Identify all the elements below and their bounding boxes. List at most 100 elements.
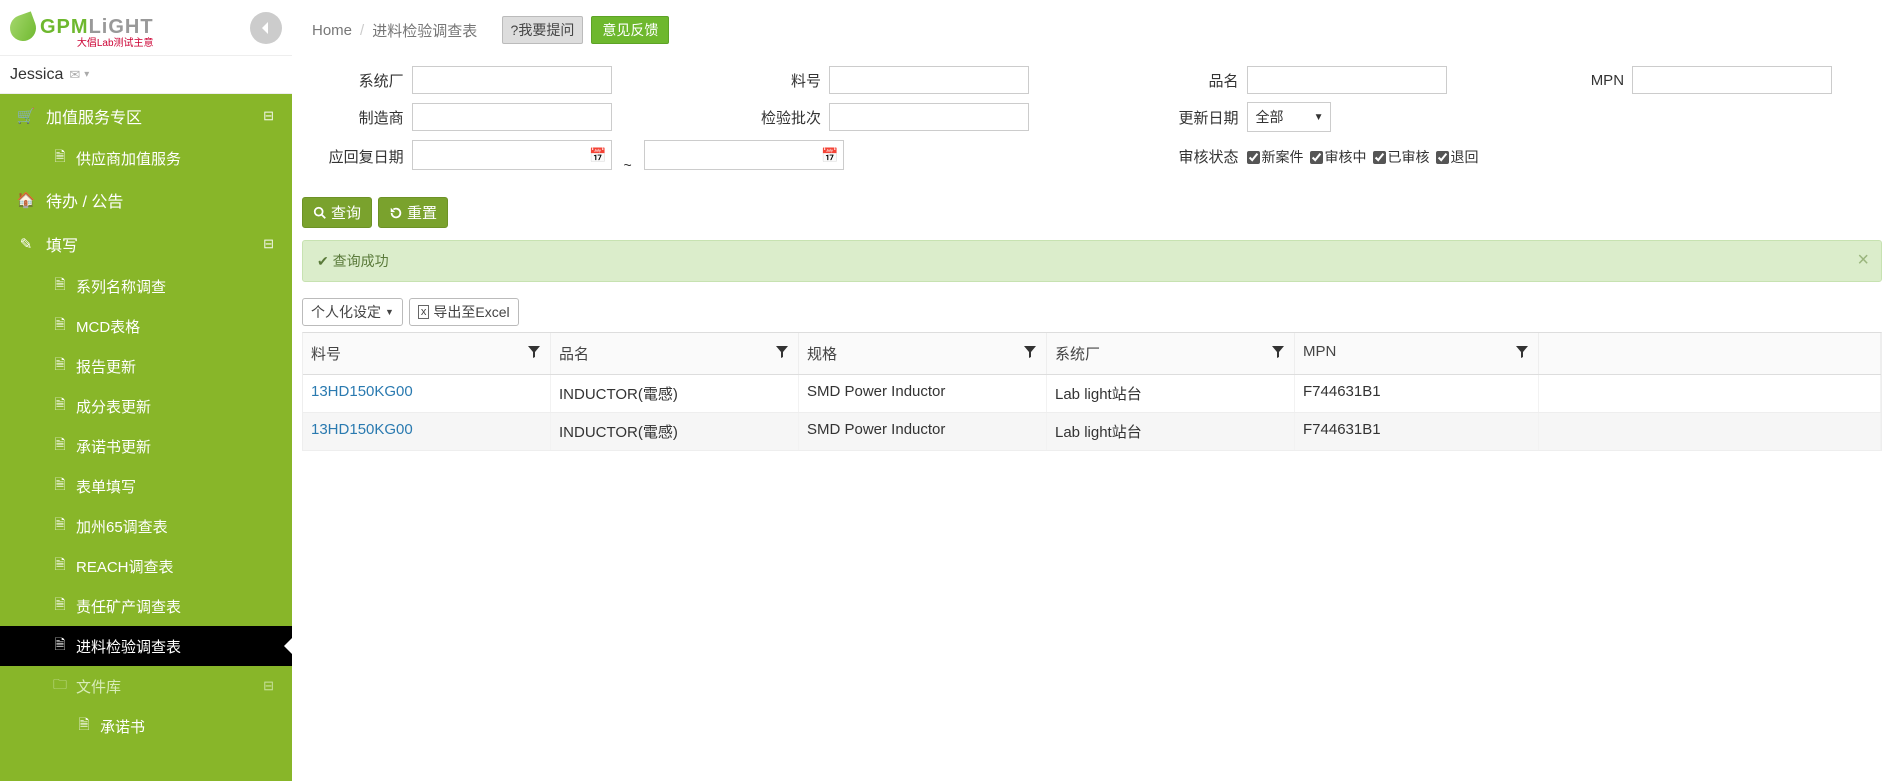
sidebar-item-2[interactable]: 🗎报告更新	[0, 346, 292, 386]
chevron-down-icon: ▼	[1314, 112, 1324, 123]
table-cell[interactable]: 13HD150KG00	[303, 375, 551, 412]
reset-button[interactable]: 重置	[378, 197, 448, 228]
status-checkbox-1[interactable]: 审核中	[1310, 149, 1367, 165]
status-checkbox-input[interactable]	[1373, 151, 1386, 164]
sidebar-item-7[interactable]: 🗎 REACH调查表	[0, 546, 292, 586]
collapse-minus-icon: ⊟	[263, 108, 274, 124]
doc-icon: 🗎	[52, 554, 68, 578]
action-toolbar: 查询 重置	[292, 191, 1892, 234]
sidebar-item-9[interactable]: 🗎进料检验调查表	[0, 626, 292, 666]
filter-icon[interactable]	[776, 343, 788, 360]
input-pname[interactable]	[1247, 66, 1447, 94]
doc-icon: 🗎	[52, 514, 68, 538]
sidebar-item-label: 加州65调查表	[76, 516, 168, 537]
alert-close-button[interactable]: ×	[1857, 249, 1869, 272]
sidebar-item-0[interactable]: 🗎系列名称调查	[0, 266, 292, 306]
sidebar-item-8[interactable]: 🗎责任矿产调查表	[0, 586, 292, 626]
status-checkbox-3[interactable]: 退回	[1436, 149, 1479, 165]
sidebar-item-10[interactable]: 🗀文件库⊟	[0, 666, 292, 706]
input-system[interactable]	[412, 66, 612, 94]
grid-col-label: MPN	[1303, 343, 1336, 360]
doc-icon: 🗎	[52, 274, 68, 298]
sidebar-section-fill[interactable]: ✎ 填写 ⊟	[0, 222, 292, 266]
date-range-sep: ~	[615, 157, 639, 173]
breadcrumb-home[interactable]: Home	[312, 22, 352, 39]
table-cell[interactable]: 13HD150KG00	[303, 413, 551, 450]
status-checkbox-input[interactable]	[1310, 151, 1323, 164]
alert-text: 查询成功	[333, 253, 389, 269]
user-menu[interactable]: Jessica ✉ ▾	[0, 56, 292, 94]
grid-col-4[interactable]: MPN	[1295, 333, 1539, 374]
input-mpn[interactable]	[1632, 66, 1832, 94]
filter-icon[interactable]	[1024, 343, 1036, 360]
status-checkbox-label: 新案件	[1262, 149, 1304, 165]
table-cell: SMD Power Inductor	[799, 413, 1047, 450]
status-checkbox-0[interactable]: 新案件	[1247, 149, 1304, 165]
input-maker[interactable]	[412, 103, 612, 131]
sidebar-item-4[interactable]: 🗎承诺书更新	[0, 426, 292, 466]
partno-link[interactable]: 13HD150KG00	[311, 383, 413, 400]
table-cell: F744631B1	[1295, 413, 1539, 450]
label-system: 系统厂	[312, 66, 412, 94]
table-cell: Lab light站台	[1047, 413, 1295, 450]
filter-icon[interactable]	[528, 343, 540, 360]
doc-icon: 🗎	[52, 434, 68, 458]
sidebar-collapse-button[interactable]	[250, 12, 282, 44]
table-cell-spacer	[1539, 413, 1881, 450]
grid-col-3[interactable]: 系统厂	[1047, 333, 1295, 374]
sidebar-item-vas-0[interactable]: 🗎 供应商加值服务	[0, 138, 292, 178]
table-cell-spacer	[1539, 375, 1881, 412]
main-content: Home / 进料检验调查表 ?我要提问 意见反馈 系统厂 料号 品名 MPN …	[292, 0, 1892, 781]
check-icon: ✔	[317, 253, 329, 269]
sidebar-item-3[interactable]: 🗎成分表更新	[0, 386, 292, 426]
grid-col-1[interactable]: 品名	[551, 333, 799, 374]
status-checkbox-2[interactable]: 已审核	[1373, 149, 1430, 165]
status-checkbox-input[interactable]	[1247, 151, 1260, 164]
table-cell: INDUCTOR(電感)	[551, 413, 799, 450]
personalize-button[interactable]: 个人化设定 ▼	[302, 298, 403, 326]
results-grid: 料号品名规格系统厂 MPN 13HD150KG00 INDUCTOR(電感)SMD …	[302, 332, 1882, 451]
filter-icon[interactable]	[1516, 343, 1528, 360]
sidebar-item-label: 表单填写	[76, 476, 136, 497]
sidebar-item-5[interactable]: 🗎表单填写	[0, 466, 292, 506]
brand-subtitle: 大倡Lab测试主意	[77, 34, 154, 49]
filter-icon[interactable]	[1272, 343, 1284, 360]
sidebar-section-vas[interactable]: 🛒 加值服务专区 ⊟	[0, 94, 292, 138]
user-name: Jessica	[10, 66, 63, 84]
feedback-button[interactable]: 意见反馈	[591, 16, 669, 44]
select-update-date[interactable]: 全部 ▼	[1247, 102, 1331, 132]
search-button[interactable]: 查询	[302, 197, 372, 228]
partno-link[interactable]: 13HD150KG00	[311, 421, 413, 438]
input-lot[interactable]	[829, 103, 1029, 131]
sidebar-subitem[interactable]: 🗎承诺书	[0, 706, 292, 746]
select-update-date-value: 全部	[1256, 107, 1284, 127]
sidebar-section-todo[interactable]: 🏠 待办 / 公告	[0, 178, 292, 222]
grid-col-2[interactable]: 规格	[799, 333, 1047, 374]
input-replydate-to[interactable]: 📅	[644, 140, 844, 170]
input-replydate-from[interactable]: 📅	[412, 140, 612, 170]
sidebar-item-label: MCD表格	[76, 316, 140, 337]
reset-icon	[389, 206, 403, 220]
table-toolbar: 个人化设定 ▼ x 导出至Excel	[292, 288, 1892, 332]
export-excel-button-label: 导出至Excel	[433, 302, 509, 322]
sidebar-item-label: REACH调查表	[76, 556, 174, 577]
input-partno[interactable]	[829, 66, 1029, 94]
sidebar-item-label: 责任矿产调查表	[76, 596, 181, 617]
sidebar-item-6[interactable]: 🗎 加州65调查表	[0, 506, 292, 546]
chevron-down-icon: ▾	[84, 69, 89, 80]
doc-icon: 🗎	[52, 394, 68, 418]
brand-logo[interactable]: GPMLiGHT 大倡Lab测试主意	[10, 15, 154, 41]
sidebar-section-todo-label: 待办 / 公告	[46, 188, 123, 212]
folder-icon: 🗀	[52, 674, 68, 698]
grid-col-0[interactable]: 料号	[303, 333, 551, 374]
export-excel-button[interactable]: x 导出至Excel	[409, 298, 519, 326]
sidebar-item-label: 承诺书	[100, 716, 145, 737]
status-checkbox-input[interactable]	[1436, 151, 1449, 164]
sidebar-item-1[interactable]: 🗎 MCD表格	[0, 306, 292, 346]
calendar-icon: 📅	[589, 147, 606, 164]
search-icon	[313, 206, 327, 220]
doc-icon: 🗎	[52, 314, 68, 338]
ask-question-button[interactable]: ?我要提问	[502, 16, 584, 44]
header-left: GPMLiGHT 大倡Lab测试主意	[0, 0, 292, 56]
grid-col-label: 系统厂	[1055, 346, 1100, 363]
